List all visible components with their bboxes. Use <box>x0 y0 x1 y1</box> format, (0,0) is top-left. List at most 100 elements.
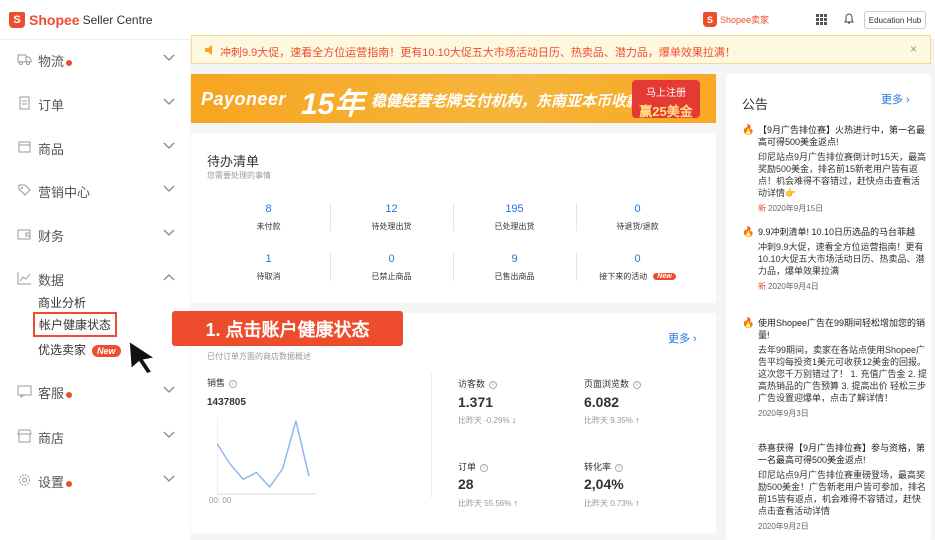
brand-name: Shopee <box>29 12 80 28</box>
sidebar-subitem-business-insights[interactable]: 商业分析 <box>38 294 86 311</box>
orders-value: 28 <box>458 476 474 492</box>
sidebar-item-marketing[interactable]: 营销中心 <box>0 175 190 205</box>
sidebar-label: 营销中心 <box>38 185 91 200</box>
sidebar-label: 数据 <box>38 273 65 288</box>
pageviews-compare: 比昨天 9.35% ↑ <box>584 415 640 425</box>
orders-compare: 比昨天 55.56% ↑ <box>458 498 519 508</box>
stat-upcoming-events[interactable]: 0 接下来的活动 New <box>576 253 699 282</box>
stat-to-cancel[interactable]: 1 待取消 <box>207 253 330 282</box>
register-label: 马上注册 <box>646 88 686 99</box>
announcement-date: 2020年9月3日 <box>758 409 809 418</box>
notification-dot <box>66 59 73 66</box>
notice-bar[interactable]: 冲刺9.9大促，速看全方位运营指南！更有10.10大促五大市场活动日历、热卖品、… <box>191 35 931 64</box>
register-button[interactable]: 马上注册 赢25美金 <box>632 80 700 119</box>
truck-icon <box>17 54 32 65</box>
announcements-title: 公告 <box>742 97 769 112</box>
announcement-date: 新 2020年9月4日 <box>758 282 819 291</box>
sidebar-label: 物流 <box>38 54 65 69</box>
sidebar-item-settings[interactable]: 设置 <box>0 465 190 495</box>
sales-label: 销售 i <box>207 376 238 389</box>
stat-processed[interactable]: 195 已处理出货 <box>453 203 576 232</box>
top-bar: S Shopee Seller Centre S Shopee卖家 Educat… <box>0 0 935 40</box>
banner-brand: Payoneer <box>201 89 287 109</box>
announcement-item[interactable]: 🔥 【9月广告排位赛】火热进行中，第一名最高可得500美金返点! 印尼站点9月广… <box>742 124 928 214</box>
shopee-bag-icon: S <box>9 12 25 28</box>
orders-label: 订单 i <box>458 460 489 473</box>
todo-subtitle: 您需要处理的事情 <box>207 171 271 180</box>
stat-banned-products[interactable]: 0 已禁止商品 <box>330 253 453 282</box>
announcement-item[interactable]: 🔥 使用Shopee广告在99期间轻松增加您的销量! 去年99期间，卖家在各站点… <box>742 317 928 419</box>
sidebar: 物流 订单 商品 营销中心 财务 数据 商业分析 帐户健康状态 优选卖家 New … <box>0 40 190 540</box>
close-icon[interactable]: × <box>910 42 917 56</box>
shopee-logo[interactable]: S Shopee Seller Centre <box>9 12 153 28</box>
conversion-label: 转化率 i <box>584 460 624 473</box>
stat-returns[interactable]: 0 待退货/退款 <box>576 203 699 232</box>
announcement-date: 2020年9月2日 <box>758 522 809 531</box>
box-icon <box>18 141 31 153</box>
insights-description: 已付订单方面的商店数据概述 <box>207 352 311 361</box>
info-icon: i <box>229 379 238 388</box>
announcement-date: 新 2020年9月15日 <box>758 204 824 213</box>
sidebar-subitem-account-health[interactable]: 帐户健康状态 <box>33 312 118 337</box>
bell-icon[interactable] <box>844 13 854 25</box>
sidebar-item-finance[interactable]: 财务 <box>0 219 190 249</box>
tag-icon <box>18 184 31 196</box>
sidebar-item-shop[interactable]: 商店 <box>0 421 190 451</box>
todo-title: 待办清单 <box>207 154 260 169</box>
announcement-body: 去年99期间，卖家在各站点使用Shopee广告平均每投资1美元可收获12美金的回… <box>758 345 928 403</box>
announcement-title: 使用Shopee广告在99期间轻松增加您的销量! <box>758 318 926 340</box>
todo-card: 待办清单 您需要处理的事情 8 未付款 12 待处理出货 195 已处理出货 0 待退货… <box>191 133 716 303</box>
new-tag: 新 <box>758 204 766 213</box>
more-link[interactable]: 更多 › <box>881 91 910 107</box>
preferred-seller-label: 优选卖家 <box>38 343 87 357</box>
sidebar-item-logistics[interactable]: 物流 <box>0 44 190 74</box>
stat-to-process[interactable]: 12 待处理出货 <box>330 203 453 232</box>
sidebar-item-products[interactable]: 商品 <box>0 132 190 162</box>
fire-icon: 🔥 <box>742 125 755 136</box>
sidebar-subitem-preferred-seller[interactable]: 优选卖家 New <box>38 341 121 358</box>
visitors-label: 访客数 i <box>458 377 498 390</box>
sidebar-item-customer-service[interactable]: 客服 <box>0 376 190 406</box>
chevron-down-icon <box>163 185 175 192</box>
sales-value: 1437805 <box>207 397 246 408</box>
clipboard-icon <box>19 96 30 110</box>
seller-brand-label: Shopee卖家 <box>720 15 770 25</box>
more-link[interactable]: 更多 › <box>668 330 697 346</box>
reward-label: 赢25美金 <box>639 104 693 119</box>
fire-icon: 🔥 <box>742 318 755 329</box>
announcement-item[interactable]: 恭喜获得【9月广告排位赛】参与资格，第一名最高可得500美金返点! 印尼站点9月… <box>742 442 928 532</box>
chevron-down-icon <box>163 229 175 236</box>
stat-sold-out[interactable]: 9 已售出商品 <box>453 253 576 282</box>
sidebar-item-data[interactable]: 数据 <box>0 263 190 293</box>
notification-dot <box>66 391 73 398</box>
wallet-icon <box>17 229 31 240</box>
payoneer-banner[interactable]: Payoneer 15年 稳健经营老牌支付机构，东南亚本币收款0汇损！ 马上注册… <box>191 74 716 123</box>
gear-icon <box>19 474 30 486</box>
speaker-icon <box>205 45 212 55</box>
announcement-body: 冲刺9.9大促，速看全方位运营指南！更有10.10大促五大市场活动日历、热卖品、… <box>758 242 925 276</box>
apps-grid-icon[interactable] <box>816 14 827 25</box>
sidebar-label: 订单 <box>38 98 65 113</box>
chevron-down-icon <box>163 54 175 61</box>
sidebar-item-orders[interactable]: 订单 <box>0 88 190 118</box>
chevron-down-icon <box>163 142 175 149</box>
conversion-value: 2,04% <box>584 476 624 492</box>
conversion-compare: 比昨天 0.73% ↑ <box>584 498 640 508</box>
tutorial-callout: 1. 点击账户健康状态 <box>172 311 403 346</box>
brand-suffix: Seller Centre <box>82 13 153 27</box>
fire-icon: 🔥 <box>742 227 755 238</box>
announcement-item[interactable]: 🔥 9.9冲刺清单! 10.10日历选品的马台菲越 冲刺9.9大促，速看全方位运… <box>742 226 928 292</box>
new-badge: New <box>92 344 121 357</box>
announcement-title: 【9月广告排位赛】火热进行中，第一名最高可得500美金返点! <box>758 125 926 147</box>
divider <box>431 373 432 498</box>
chevron-up-icon <box>163 274 175 281</box>
new-badge: New <box>653 273 676 281</box>
notification-dot <box>66 480 73 487</box>
stat-unpaid[interactable]: 8 未付款 <box>207 203 330 232</box>
visitors-compare: 比昨天 -0.29% ↓ <box>458 415 517 425</box>
education-hub-button[interactable]: Education Hub <box>864 11 926 29</box>
sidebar-label: 商店 <box>38 431 65 446</box>
shopee-seller-brand[interactable]: S Shopee卖家 <box>703 12 769 27</box>
sales-sparkline <box>217 417 317 495</box>
sidebar-label: 设置 <box>38 475 65 490</box>
